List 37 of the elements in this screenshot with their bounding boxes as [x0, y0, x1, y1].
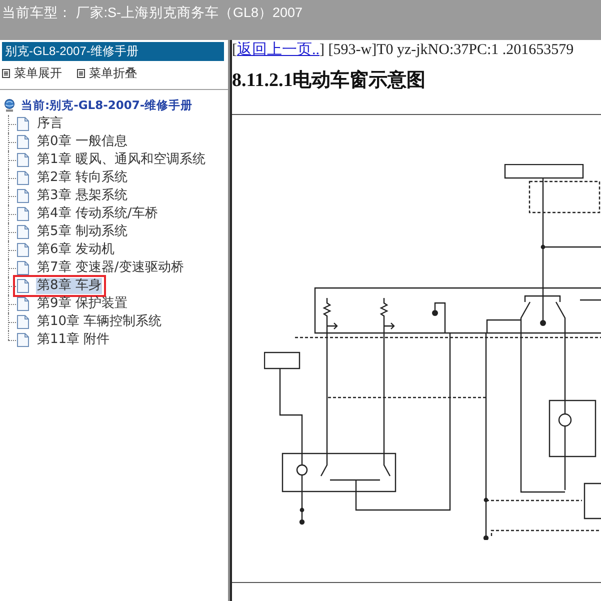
page-icon — [17, 333, 29, 347]
menu-action[interactable]: 菜单展开 — [2, 65, 62, 81]
tree-item[interactable]: 第9章 保护装置 — [36, 296, 128, 312]
globe-icon — [4, 98, 15, 112]
page-icon — [17, 135, 29, 149]
tree-item[interactable]: 第10章 车辆控制系统 — [36, 314, 163, 330]
window-title: 当前车型： 厂家:S-上海别克商务车（GL8）2007 — [2, 5, 303, 20]
tree-item[interactable]: 第2章 转向系统 — [36, 170, 128, 186]
page-icon — [17, 315, 29, 329]
page-icon — [17, 243, 29, 257]
page-icon — [17, 207, 29, 221]
list-icon — [2, 68, 10, 78]
tree-item[interactable]: 第7章 变速器/变速驱动桥 — [36, 260, 185, 276]
tree-item[interactable]: 第3章 悬架系统 — [36, 188, 128, 204]
page-icon — [17, 261, 29, 275]
tree-item[interactable]: 第8章 车身 — [36, 278, 102, 294]
page-heading: 8.11.2.1电动车窗示意图 — [232, 70, 427, 92]
tree-item[interactable]: 第1章 暖风、通风和空调系统 — [36, 152, 206, 168]
tree-item[interactable]: 第5章 制动系统 — [36, 224, 128, 240]
back-link[interactable]: 返回上一页.. — [237, 42, 320, 58]
sidebar-header: 别克-GL8-2007-维修手册 — [2, 42, 224, 61]
page-icon — [17, 297, 29, 311]
tree-item[interactable]: 第0章 一般信息 — [36, 134, 128, 150]
page-icon — [17, 225, 29, 239]
page-icon — [17, 171, 29, 185]
tree-item[interactable]: 第6章 发动机 — [36, 242, 116, 258]
tree-item[interactable]: 序言 — [36, 116, 64, 132]
menu-action[interactable]: 菜单折叠 — [77, 65, 137, 81]
page-icon — [17, 189, 29, 203]
tree-item[interactable]: 第4章 传动系统/车桥 — [36, 206, 159, 222]
page-icon — [17, 153, 29, 167]
page-icon — [17, 117, 29, 131]
tree-root-label[interactable]: 当前:别克-GL8-2007-维修手册 — [21, 98, 193, 112]
list-icon — [77, 68, 85, 78]
page-icon — [17, 279, 29, 293]
page-reference-text: [返回上一页..] [593-w]T0 yz-jkNO:37PC:1 .201653579 — [232, 41, 575, 59]
tree-item[interactable]: 第11章 附件 — [36, 332, 111, 348]
